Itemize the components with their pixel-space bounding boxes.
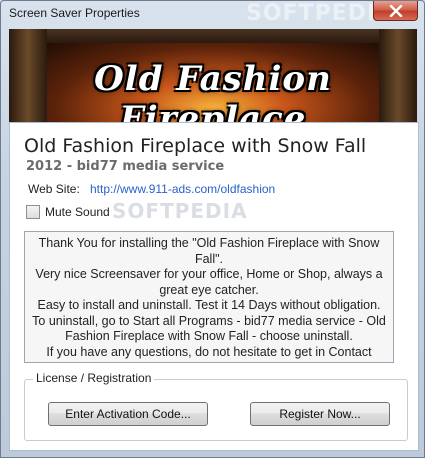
app-subtitle: 2012 - bid77 media service	[26, 159, 225, 174]
close-icon	[389, 4, 402, 17]
app-name: Old Fashion Fireplace with Snow Fall	[24, 135, 367, 157]
license-group-label: License / Registration	[33, 371, 155, 385]
web-site-link[interactable]: http://www.911-ads.com/oldfashion	[90, 182, 275, 196]
message-box[interactable]: Thank You for installing the "Old Fashio…	[24, 231, 394, 363]
mute-sound-option[interactable]: Mute Sound	[26, 205, 110, 219]
watermark-2: SOFTPEDIA	[112, 199, 248, 223]
window-title: Screen Saver Properties	[9, 6, 140, 20]
screen-saver-properties-window: Screen Saver Properties SOFTPEDIA Old Fa…	[0, 0, 425, 458]
enter-activation-code-button[interactable]: Enter Activation Code...	[48, 402, 208, 426]
fireplace-banner: Old Fashion Fireplace	[9, 29, 417, 122]
mute-sound-checkbox[interactable]	[26, 205, 40, 219]
web-site-label: Web Site:	[28, 182, 80, 196]
message-line: Very nice Screensaver for your office, H…	[35, 267, 383, 297]
register-now-button[interactable]: Register Now...	[250, 402, 390, 426]
banner-title: Old Fashion Fireplace	[94, 59, 332, 122]
message-line: Thank You for installing the "Old Fashio…	[38, 236, 380, 266]
message-line: To uninstall, go to Start all Programs -…	[32, 313, 386, 344]
close-button[interactable]	[373, 1, 418, 21]
message-line: Easy to install and uninstall. Test it 1…	[37, 298, 381, 312]
content-panel: Old Fashion Fireplace with Snow Fall 201…	[9, 122, 419, 451]
title-bar[interactable]: Screen Saver Properties SOFTPEDIA	[1, 1, 424, 29]
mute-sound-label: Mute Sound	[45, 205, 110, 219]
watermark: SOFTPEDIA	[246, 1, 395, 26]
license-registration-group: License / Registration Enter Activation …	[24, 371, 408, 441]
message-line: If you have any questions, do not hesita…	[46, 344, 372, 359]
banner-mantle	[9, 29, 417, 43]
